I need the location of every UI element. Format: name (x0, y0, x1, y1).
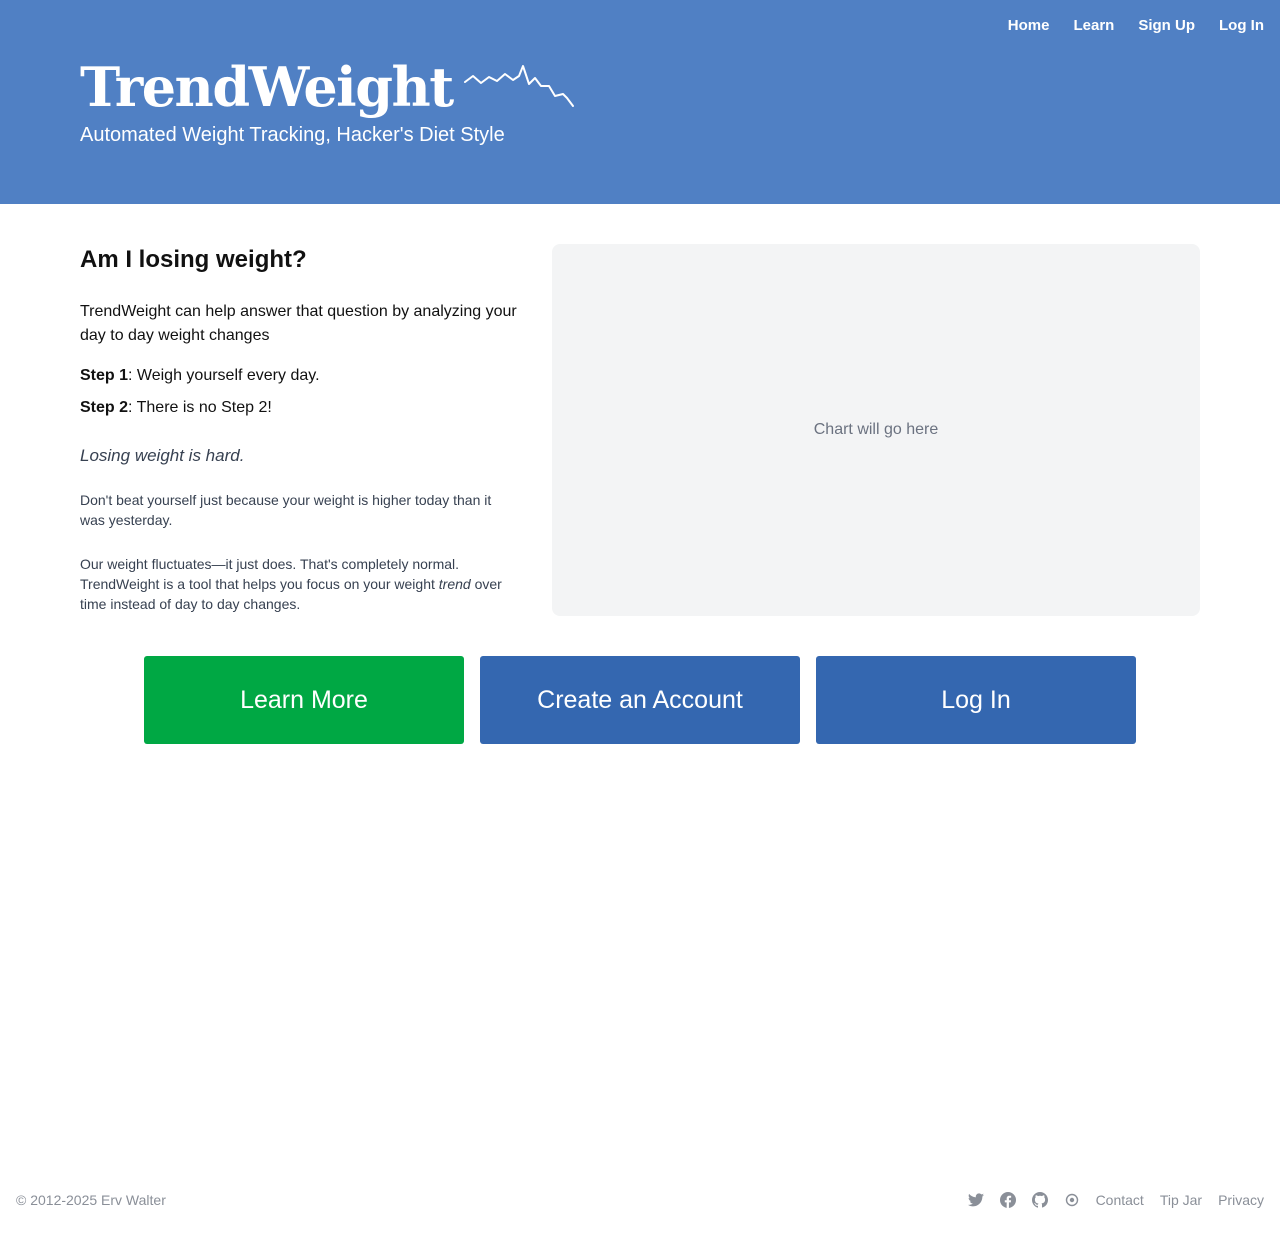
weight-sparkline-icon (463, 65, 574, 107)
target-icon[interactable] (1064, 1192, 1080, 1208)
footer-tip-jar-link[interactable]: Tip Jar (1160, 1190, 1202, 1210)
learn-more-button[interactable]: Learn More (144, 656, 464, 744)
twitter-icon[interactable] (967, 1192, 984, 1208)
facebook-icon[interactable] (999, 1192, 1016, 1208)
footer-contact-link[interactable]: Contact (1096, 1190, 1144, 1210)
nav-login-link[interactable]: Log In (1219, 16, 1264, 36)
step-1-text: : Weigh yourself every day. (128, 367, 320, 384)
nav-learn-link[interactable]: Learn (1073, 16, 1114, 36)
site-header: Home Learn Sign Up Log In TrendWeight Au… (0, 0, 1280, 204)
page-heading: Am I losing weight? (80, 246, 307, 273)
chart-placeholder-box: Chart will go here (552, 244, 1200, 616)
footer-links: Contact Tip Jar Privacy (967, 1190, 1264, 1210)
create-account-button[interactable]: Create an Account (480, 656, 800, 744)
github-icon[interactable] (1031, 1192, 1048, 1208)
step-1-label: Step 1 (80, 367, 129, 384)
top-nav: Home Learn Sign Up Log In (1008, 16, 1264, 36)
step-2: Step 2: There is no Step 2! (80, 396, 520, 420)
note-trend: Our weight fluctuates—it just does. That… (80, 554, 520, 614)
note-trend-start: Our weight fluctuates—it just does. That… (80, 556, 460, 592)
losing-weight-hard-text: Losing weight is hard. (80, 446, 245, 465)
step-2-label: Step 2 (80, 399, 129, 416)
intro-section: Am I losing weight? TrendWeight can help… (80, 244, 520, 614)
step-1: Step 1: Weigh yourself every day. (80, 364, 520, 388)
intro-text: TrendWeight can help answer that questio… (80, 303, 517, 344)
note-fluctuation: Don't beat yourself just because your we… (80, 492, 492, 528)
step-2-text: : There is no Step 2! (128, 399, 272, 416)
copyright-text: © 2012-2025 Erv Walter (16, 1192, 166, 1208)
login-button[interactable]: Log In (816, 656, 1136, 744)
brand-tagline: Automated Weight Tracking, Hacker's Diet… (80, 124, 505, 146)
nav-home-link[interactable]: Home (1008, 16, 1050, 36)
note-trend-emphasis: trend (438, 576, 471, 592)
site-footer: © 2012-2025 Erv Walter Contact Tip Jar P… (0, 1188, 1280, 1212)
brand-logo[interactable]: TrendWeight (80, 54, 575, 120)
nav-signup-link[interactable]: Sign Up (1138, 16, 1195, 36)
brand-name: TrendWeight (80, 55, 454, 119)
chart-placeholder-text: Chart will go here (813, 421, 939, 438)
footer-privacy-link[interactable]: Privacy (1218, 1190, 1264, 1210)
